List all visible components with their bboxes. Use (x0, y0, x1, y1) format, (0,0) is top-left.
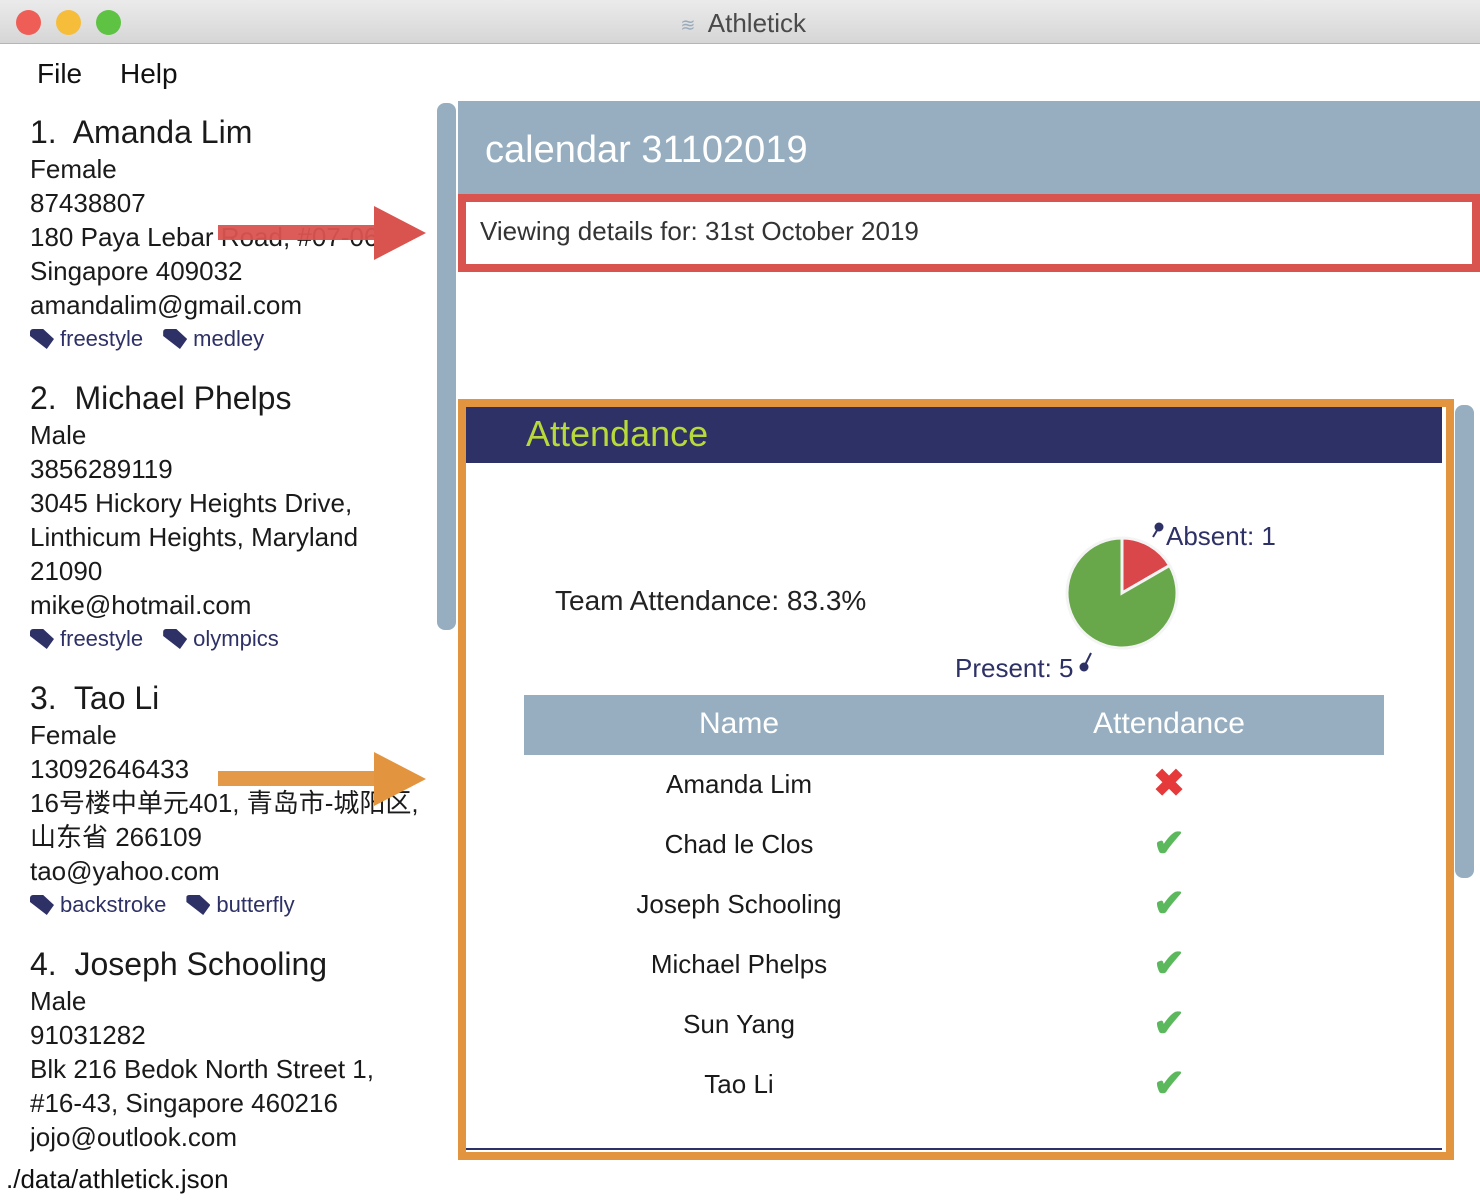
tag-label: olympics (193, 626, 279, 651)
table-row: Joseph Schooling ✔ (524, 875, 1384, 935)
calendar-title: calendar 31102019 (485, 129, 808, 171)
athlete-email: amandalim@gmail.com (30, 290, 303, 320)
viewing-details-box: Viewing details for: 31st October 2019 (458, 194, 1480, 272)
athlete-phone: 91031282 (30, 1020, 146, 1050)
swimmer-logo-icon: ≋ (680, 15, 696, 36)
tag-icon (30, 629, 54, 649)
row-name: Chad le Clos (664, 829, 814, 859)
athlete-name: 3. Tao Li (30, 680, 160, 716)
attendance-header: Attendance (466, 407, 1442, 463)
table-row: Chad le Clos ✔ (524, 815, 1384, 875)
table-bottom-divider (466, 1148, 1442, 1150)
row-name: Sun Yang (683, 1009, 795, 1039)
tag: freestyle (30, 326, 143, 352)
pie-leader-dot-absent (1154, 522, 1164, 532)
athlete-address: 山东省 266109 (30, 822, 202, 852)
tag: butterfly (186, 892, 295, 918)
status-bar-path: ./data/athletick.json (6, 1164, 229, 1194)
check-icon: ✔ (1153, 823, 1185, 865)
attendance-title: Attendance (526, 413, 709, 454)
check-icon: ✔ (1153, 943, 1185, 985)
athlete-address: 3045 Hickory Heights Drive, (30, 488, 353, 518)
pie-label-absent: Absent: 1 (1166, 521, 1276, 551)
table-row: Michael Phelps ✔ (524, 935, 1384, 995)
tag-label: butterfly (216, 892, 295, 917)
tag-icon (163, 329, 188, 349)
athlete-name: 1. Amanda Lim (30, 114, 253, 150)
tag-icon (30, 329, 54, 349)
table-row: Amanda Lim ✖ (524, 755, 1384, 815)
row-name: Amanda Lim (666, 769, 812, 799)
table-row: Sun Yang ✔ (524, 995, 1384, 1055)
red-arrow-icon (218, 206, 426, 260)
orange-arrow-icon (218, 752, 426, 806)
tag: olympics (163, 626, 279, 652)
athlete-email: tao@yahoo.com (30, 856, 220, 886)
tag-icon (30, 895, 54, 915)
column-name: Name (698, 707, 780, 740)
athlete-card[interactable]: 4. Joseph Schooling Male 91031282 Blk 216… (30, 944, 430, 1158)
attendance-table-header: Name Attendance (524, 695, 1384, 755)
athlete-address: Linthicum Heights, Maryland (30, 522, 359, 552)
athlete-list-scrollbar[interactable] (437, 103, 456, 630)
athlete-name: 2. Michael Phelps (30, 380, 292, 416)
athlete-gender: Male (30, 986, 87, 1016)
tag: backstroke (30, 892, 166, 918)
row-name: Joseph Schooling (636, 889, 842, 919)
attendance-panel: Attendance Team Attendance: 83.3% Absent… (458, 399, 1454, 1160)
cross-icon: ✖ (1153, 763, 1185, 805)
viewing-details-text: Viewing details for: 31st October 2019 (480, 216, 919, 246)
attendance-scrollbar[interactable] (1455, 405, 1474, 878)
tag-label: medley (193, 326, 265, 351)
team-attendance: Team Attendance: 83.3% (555, 585, 867, 616)
calendar-header: calendar 31102019 (458, 101, 1480, 196)
menu-help[interactable]: Help (120, 58, 178, 90)
athlete-email: mike@hotmail.com (30, 590, 252, 620)
check-icon: ✔ (1153, 1063, 1185, 1105)
athlete-email: jojo@outlook.com (30, 1122, 238, 1152)
tag-icon (186, 895, 211, 915)
window-title-text: Athletick (707, 8, 807, 38)
tag: freestyle (30, 626, 143, 652)
table-row: Tao Li ✔ (524, 1055, 1384, 1115)
check-icon: ✔ (1153, 883, 1185, 925)
title-bar: ≋ Athletick (0, 0, 1480, 44)
athlete-address: 21090 (30, 556, 103, 586)
tag-label: freestyle (60, 626, 144, 651)
athlete-gender: Female (30, 720, 117, 750)
athlete-name: 4. Joseph Schooling (30, 946, 328, 982)
tag-label: backstroke (60, 892, 167, 917)
row-name: Tao Li (704, 1069, 774, 1099)
tag-label: freestyle (60, 326, 144, 351)
pie-leader-dot-present (1079, 662, 1089, 672)
pie-label-present: Present: 5 (955, 653, 1074, 683)
athlete-gender: Male (30, 420, 87, 450)
athlete-phone: 3856289119 (30, 454, 173, 484)
athlete-address: Blk 216 Bedok North Street 1, (30, 1054, 374, 1084)
row-name: Michael Phelps (650, 949, 828, 979)
tag: medley (163, 326, 264, 352)
athlete-address: #16-43, Singapore 460216 (30, 1088, 338, 1118)
check-icon: ✔ (1153, 1003, 1185, 1045)
athlete-card[interactable]: 2. Michael Phelps Male 3856289119 3045 Hi… (30, 378, 430, 656)
tag-icon (163, 629, 188, 649)
column-attendance: Attendance (1093, 707, 1245, 740)
window-title: ≋ Athletick (0, 8, 1480, 39)
menu-file[interactable]: File (37, 58, 82, 90)
athlete-list: 1. Amanda Lim Female 87438807 180 Paya Le… (30, 112, 430, 1158)
athlete-gender: Female (30, 154, 117, 184)
